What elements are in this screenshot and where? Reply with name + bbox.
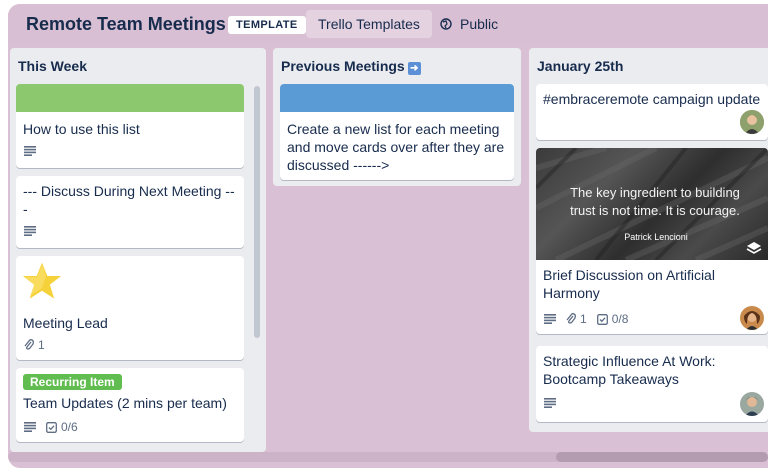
attachments-count: 1 bbox=[38, 338, 45, 352]
card-badges: 1 0/8 bbox=[544, 312, 628, 326]
card-title: Team Updates (2 mins per team) bbox=[23, 395, 227, 411]
card-cover-image: The key ingredient to building trust is … bbox=[536, 148, 768, 260]
list-scrollbar[interactable] bbox=[254, 86, 260, 338]
card-title: Strategic Influence At Work: Bootcamp Ta… bbox=[543, 353, 716, 387]
card-title: #embraceremote campaign update bbox=[543, 91, 761, 107]
card-badges bbox=[24, 146, 36, 156]
template-badge: TEMPLATE bbox=[228, 16, 306, 34]
card-meeting-lead[interactable]: Meeting Lead 1 bbox=[16, 256, 244, 360]
card-badges bbox=[544, 398, 556, 408]
card-badges: 0/6 bbox=[24, 420, 78, 434]
list-title[interactable]: This Week bbox=[18, 58, 87, 74]
visibility-label: Public bbox=[460, 16, 499, 32]
card-create-list[interactable]: Create a new list for each meeting and m… bbox=[280, 84, 514, 180]
card-embraceremote[interactable]: #embraceremote campaign update bbox=[536, 84, 768, 140]
paperclip-icon bbox=[566, 313, 576, 324]
list-title[interactable]: January 25th bbox=[537, 58, 623, 74]
board-scrollbar[interactable] bbox=[556, 452, 768, 462]
workspace-button[interactable]: Trello Templates bbox=[306, 10, 432, 38]
card-how-to-use[interactable]: How to use this list bbox=[16, 84, 244, 168]
paperclip-icon bbox=[24, 339, 34, 350]
cover-quote: The key ingredient to building trust is … bbox=[570, 185, 740, 218]
card-badges: 1 bbox=[24, 338, 45, 352]
list-previous-meetings[interactable]: Previous Meetings ➜ Create a new list for… bbox=[273, 48, 521, 186]
card-cover bbox=[16, 84, 244, 112]
card-strategic-influence[interactable]: Strategic Influence At Work: Bootcamp Ta… bbox=[536, 346, 768, 422]
card-badges bbox=[24, 226, 36, 236]
avatar-1-icon bbox=[740, 110, 764, 134]
board-title[interactable]: Remote Team Meetings bbox=[26, 14, 226, 35]
card-cover bbox=[280, 84, 514, 112]
description-icon bbox=[544, 314, 556, 324]
card-label[interactable]: Recurring Item bbox=[23, 374, 122, 390]
star-icon bbox=[18, 258, 66, 304]
card-team-updates[interactable]: Recurring Item Team Updates (2 mins per … bbox=[16, 368, 244, 442]
avatar[interactable] bbox=[740, 392, 764, 416]
checklist-badge: 0/8 bbox=[596, 312, 629, 326]
list-title-text: Previous Meetings bbox=[281, 58, 405, 74]
description-icon bbox=[544, 398, 556, 408]
description-icon bbox=[24, 422, 36, 432]
card-title: How to use this list bbox=[23, 121, 140, 137]
avatar[interactable] bbox=[740, 110, 764, 134]
layers-icon bbox=[746, 242, 762, 254]
list-january-25th[interactable]: January 25th #embraceremote campaign upd… bbox=[529, 48, 768, 432]
board: Remote Team Meetings TEMPLATE Trello Tem… bbox=[8, 4, 768, 468]
description-icon bbox=[24, 226, 36, 236]
card-title: --- Discuss During Next Meeting --- bbox=[23, 183, 235, 217]
checklist-badge: 0/6 bbox=[46, 420, 78, 434]
checklist-icon bbox=[596, 313, 608, 325]
card-artificial-harmony[interactable]: The key ingredient to building trust is … bbox=[536, 148, 768, 334]
cover-quote-author: Patrick Lencioni bbox=[624, 232, 688, 242]
board-header: Remote Team Meetings TEMPLATE Trello Tem… bbox=[8, 4, 768, 44]
visibility-button[interactable]: Public bbox=[428, 10, 510, 38]
description-icon bbox=[24, 146, 36, 156]
attachments-badge: 1 bbox=[566, 312, 587, 326]
list-this-week[interactable]: This Week How to use this list --- Discu… bbox=[10, 48, 266, 452]
attachments-count: 1 bbox=[580, 312, 587, 326]
checklist-count: 0/6 bbox=[61, 420, 78, 434]
checklist-icon bbox=[46, 421, 57, 433]
list-title[interactable]: Previous Meetings ➜ bbox=[281, 58, 421, 75]
avatar-3-icon bbox=[740, 392, 764, 416]
card-discuss[interactable]: --- Discuss During Next Meeting --- bbox=[16, 176, 244, 248]
attachments-badge: 1 bbox=[24, 338, 45, 352]
avatar-2-icon bbox=[740, 306, 764, 330]
checklist-count: 0/8 bbox=[611, 312, 629, 326]
globe-icon bbox=[440, 18, 452, 30]
arrow-right-icon: ➜ bbox=[407, 62, 421, 75]
card-title: Create a new list for each meeting and m… bbox=[287, 121, 505, 173]
card-title: Meeting Lead bbox=[23, 315, 108, 331]
avatar[interactable] bbox=[740, 306, 764, 330]
card-title: Brief Discussion on Artificial Harmony bbox=[543, 267, 715, 301]
